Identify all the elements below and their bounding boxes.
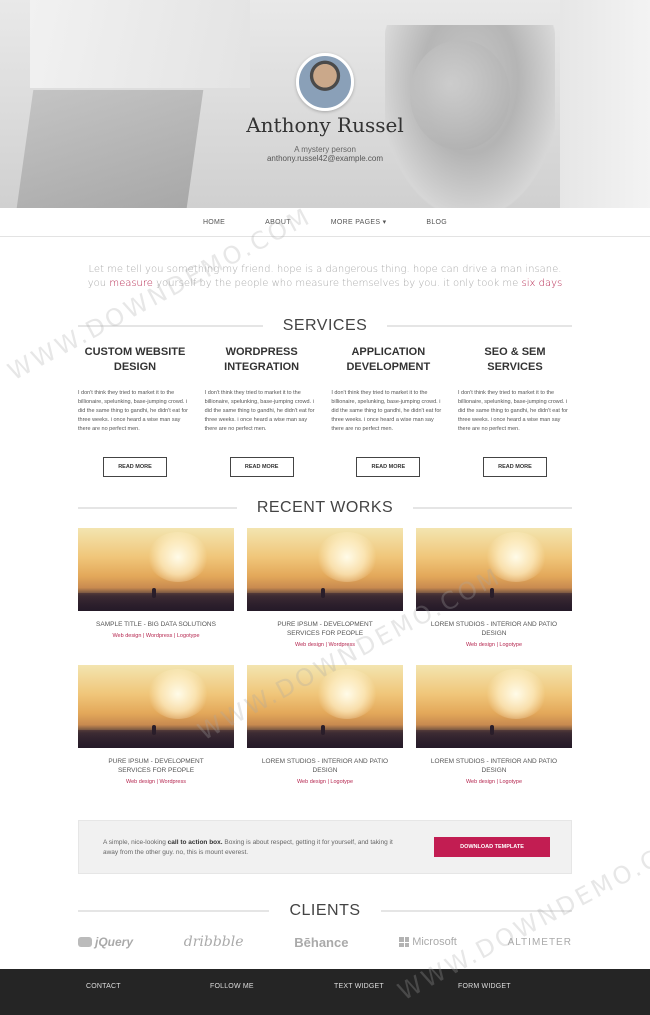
work-tags[interactable]: Web design | Wordpress | Logotype	[78, 633, 234, 639]
read-more-button[interactable]: READ MORE	[356, 457, 421, 477]
main-nav: HOME ABOUT MORE PAGES ▾ BLOG	[0, 208, 650, 237]
footer: CONTACT FOLLOW ME TEXT WIDGET FORM WIDGE…	[0, 969, 650, 1015]
nav-item-more-pages[interactable]: MORE PAGES ▾	[311, 218, 407, 226]
work-thumbnail[interactable]	[247, 665, 403, 748]
divider-line	[387, 325, 572, 327]
work-thumbnail[interactable]	[78, 665, 234, 748]
client-logo-jquery[interactable]: jQuery	[78, 935, 133, 949]
clients-header: CLIENTS	[78, 901, 573, 921]
nav-item-blog[interactable]: BLOG	[406, 219, 467, 226]
client-logo-label: Bēhance	[294, 934, 349, 950]
hero-background-right	[560, 0, 650, 208]
avatar	[296, 53, 354, 111]
client-logo-altimeter[interactable]: ALTIMETER	[508, 937, 572, 948]
service-title: WORDPRESS INTEGRATION	[224, 346, 300, 373]
microsoft-icon	[399, 937, 410, 947]
divider-line	[380, 910, 573, 912]
work-item[interactable]: LOREM STUDIOS - INTERIOR AND PATIO DESIG…	[416, 528, 572, 648]
divider-line	[78, 325, 263, 327]
client-logo-label: ALTIMETER	[507, 936, 572, 948]
hero-name: Anthony Russel	[246, 113, 404, 137]
service-description: I don't think they tried to market it to…	[78, 390, 188, 432]
cta-text: A simple, nice-looking call to action bo…	[103, 838, 403, 858]
client-logo-label: Microsoft	[412, 936, 457, 948]
hero-tagline: A mystery person	[294, 145, 356, 154]
work-thumbnail[interactable]	[416, 665, 572, 748]
client-logo-dribbble[interactable]: dribbble	[184, 934, 244, 950]
hero-email[interactable]: anthony.russel42@example.com	[0, 154, 650, 163]
client-logo-label: dribbble	[183, 934, 244, 950]
clients-heading: CLIENTS	[289, 902, 361, 919]
service-card: SEO & SEM SERVICES I don't think they tr…	[458, 345, 572, 477]
read-more-button[interactable]: READ MORE	[482, 457, 547, 477]
read-more-button[interactable]: READ MORE	[103, 457, 167, 477]
work-title[interactable]: LOREM STUDIOS - INTERIOR AND PATIO DESIG…	[247, 757, 403, 775]
client-logo-behance[interactable]: Bēhance	[294, 935, 348, 950]
work-title[interactable]: LOREM STUDIOS - INTERIOR AND PATIO DESIG…	[416, 620, 572, 638]
footer-text-widget: TEXT WIDGET	[334, 983, 384, 990]
hero-background-window	[30, 0, 250, 88]
nav-item-home[interactable]: HOME	[183, 219, 245, 226]
cta-text-before: A simple, nice-looking	[103, 839, 168, 846]
intro-link-measure[interactable]: measure	[109, 278, 153, 289]
work-thumbnail[interactable]	[247, 528, 403, 611]
download-template-button[interactable]: DOWNLOAD TEMPLATE	[434, 837, 550, 857]
cta-text-bold: call to action box.	[167, 839, 223, 846]
work-item[interactable]: PURE IPSUM - DEVELOPMENT SERVICES FOR PE…	[78, 665, 234, 785]
divider-line	[413, 507, 573, 509]
service-description: I don't think they tried to market it to…	[331, 390, 442, 432]
service-description: I don't think they tried to market it to…	[457, 390, 568, 432]
footer-form-widget: FORM WIDGET	[458, 983, 511, 990]
work-item[interactable]: SAMPLE TITLE - BIG DATA SOLUTIONS Web de…	[78, 528, 234, 639]
work-item[interactable]: LOREM STUDIOS - INTERIOR AND PATIO DESIG…	[416, 665, 572, 785]
work-item[interactable]: PURE IPSUM - DEVELOPMENT SERVICES FOR PE…	[247, 528, 403, 648]
work-tags[interactable]: Web design | Logotype	[416, 779, 572, 785]
client-logo-microsoft[interactable]: Microsoft	[399, 936, 457, 948]
work-tags[interactable]: Web design | Wordpress	[247, 642, 403, 648]
clients-logos: jQuery dribbble Bēhance Microsoft ALTIME…	[78, 930, 572, 954]
hero-header: Anthony Russel A mystery person anthony.…	[0, 0, 650, 208]
service-card: CUSTOM WEBSITE DESIGN I don't think they…	[78, 345, 192, 477]
footer-contact: CONTACT	[86, 983, 121, 990]
work-thumbnail[interactable]	[78, 528, 234, 611]
work-tags[interactable]: Web design | Logotype	[416, 642, 572, 648]
nav-item-about[interactable]: ABOUT	[245, 219, 311, 226]
intro-quote: Let me tell you something my friend. hop…	[80, 263, 570, 291]
service-card: APPLICATION DEVELOPMENT I don't think th…	[331, 345, 445, 477]
client-logo-label: jQuery	[95, 935, 134, 949]
jquery-icon	[78, 937, 92, 947]
service-title: SEO & SEM SERVICES	[484, 346, 546, 373]
work-title[interactable]: LOREM STUDIOS - INTERIOR AND PATIO DESIG…	[416, 757, 572, 775]
work-title[interactable]: PURE IPSUM - DEVELOPMENT SERVICES FOR PE…	[78, 757, 234, 775]
divider-line	[78, 507, 237, 509]
divider-line	[78, 910, 270, 912]
services-header: SERVICES	[78, 316, 572, 336]
work-tags[interactable]: Web design | Logotype	[247, 779, 403, 785]
work-title[interactable]: SAMPLE TITLE - BIG DATA SOLUTIONS	[78, 620, 234, 629]
service-card: WORDPRESS INTEGRATION I don't think they…	[205, 345, 319, 477]
services-list: CUSTOM WEBSITE DESIGN I don't think they…	[78, 345, 572, 477]
works-header: RECENT WORKS	[78, 498, 573, 518]
work-tags[interactable]: Web design | Wordpress	[78, 779, 234, 785]
service-title: CUSTOM WEBSITE DESIGN	[84, 346, 186, 373]
work-title[interactable]: PURE IPSUM - DEVELOPMENT SERVICES FOR PE…	[247, 620, 403, 638]
intro-text-middle: yourself by the people who measure thems…	[152, 278, 522, 289]
service-description: I don't think they tried to market it to…	[204, 390, 315, 432]
footer-follow-me: FOLLOW ME	[210, 983, 254, 990]
service-title: APPLICATION DEVELOPMENT	[346, 346, 431, 373]
intro-link-six-days[interactable]: six days	[522, 278, 563, 289]
call-to-action-box: A simple, nice-looking call to action bo…	[78, 820, 572, 874]
read-more-button[interactable]: READ MORE	[229, 457, 294, 477]
services-heading: SERVICES	[282, 317, 368, 334]
work-thumbnail[interactable]	[416, 528, 572, 611]
works-heading: RECENT WORKS	[256, 499, 394, 516]
work-item[interactable]: LOREM STUDIOS - INTERIOR AND PATIO DESIG…	[247, 665, 403, 785]
